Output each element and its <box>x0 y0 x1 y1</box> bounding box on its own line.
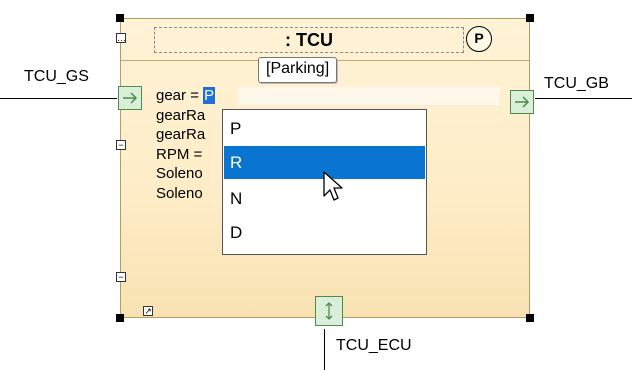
connector-tcu-ecu <box>324 329 325 370</box>
property-row[interactable]: gear = P <box>156 86 216 106</box>
connector-tcu-gs <box>0 98 117 99</box>
value-edit-field[interactable] <box>238 87 500 105</box>
resize-handle-bottom-right[interactable] <box>526 314 534 322</box>
selected-value: P <box>203 87 216 104</box>
property-row[interactable]: RPM = <box>156 145 215 165</box>
connector-tcu-gb <box>535 98 632 99</box>
minus-box-icon[interactable]: − <box>116 140 126 150</box>
dropdown-option-p[interactable]: P <box>224 112 425 145</box>
arrow-up-down-icon <box>325 302 333 320</box>
port-tcu-gs[interactable] <box>118 86 142 110</box>
resize-handle-top-left[interactable] <box>116 14 124 22</box>
property-row[interactable]: gearRa <box>156 106 215 126</box>
property-row[interactable]: Soleno <box>156 184 215 204</box>
property-row[interactable]: gearRa <box>156 125 215 145</box>
property-list: gear = P gearRa gearRa RPM = Soleno Sole… <box>156 86 216 204</box>
minus-box-icon[interactable]: − <box>116 272 126 282</box>
arrow-right-icon <box>515 96 530 108</box>
port-label-tcu-gs: TCU_GS <box>24 68 89 85</box>
port-tcu-gb[interactable] <box>510 90 534 114</box>
ellipsis-box-icon[interactable]: … <box>116 33 126 43</box>
arrow-right-icon <box>123 92 138 104</box>
port-label-tcu-ecu: TCU_ECU <box>336 337 412 354</box>
port-label-tcu-gb: TCU_GB <box>544 75 609 92</box>
resize-handle-bottom-left[interactable] <box>116 314 124 322</box>
mouse-pointer-icon <box>323 171 343 201</box>
resize-handle-top-right[interactable] <box>526 14 534 22</box>
property-row[interactable]: Soleno <box>156 164 215 184</box>
stereotype-badge: P <box>466 26 492 52</box>
part-name[interactable]: : TCU <box>154 27 464 53</box>
link-arrow-icon[interactable]: ↗ <box>143 306 153 316</box>
state-label: [Parking] <box>258 57 338 83</box>
port-tcu-ecu[interactable] <box>315 296 343 326</box>
dropdown-option-d[interactable]: D <box>224 216 425 249</box>
